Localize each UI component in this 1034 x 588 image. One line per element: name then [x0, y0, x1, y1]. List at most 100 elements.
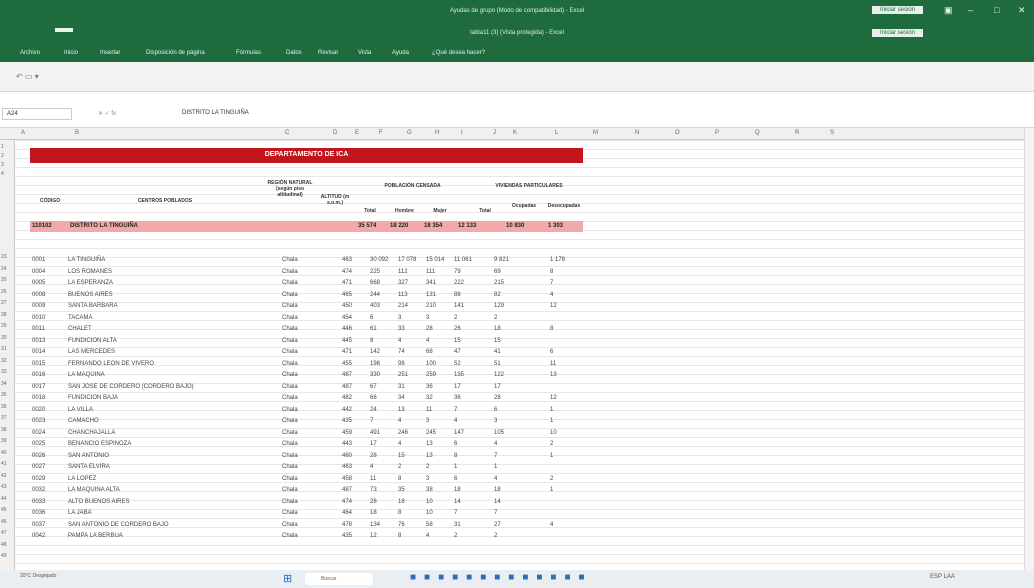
table-row[interactable]: 0023 CAMACHO Chala 435 7 4 3 4 3 1: [15, 417, 585, 426]
undo-icon[interactable]: ↶ ▭ ▾: [16, 72, 39, 81]
table-row[interactable]: 0032 LA MAQUINA ALTA Chala 487 73 35 38 18 18 1: [15, 486, 585, 495]
column-header[interactable]: D: [333, 130, 337, 136]
row-header[interactable]: 37: [1, 415, 7, 421]
vertical-scrollbar[interactable]: [1024, 128, 1034, 570]
table-row[interactable]: 0005 LA ESPERANZA Chala 471 668 327 341 222 215 7: [15, 279, 585, 288]
row-header[interactable]: 43: [1, 484, 7, 490]
weather-widget[interactable]: 20°C Despejado: [20, 573, 56, 579]
row-header[interactable]: 31: [1, 346, 7, 352]
table-row[interactable]: 0017 SAN JOSE DE CORDERO (CORDERO BAJO) Ch…: [15, 383, 585, 392]
column-header[interactable]: S: [830, 130, 834, 136]
column-header[interactable]: P: [715, 130, 719, 136]
tell-me-search[interactable]: ¿Qué desea hacer?: [432, 50, 485, 56]
row-header[interactable]: 42: [1, 473, 7, 479]
table-row[interactable]: 0037 SAN ANTONIO DE CORDERO BAJO Chala 478 1…: [15, 521, 585, 530]
table-row[interactable]: 0010 TACAMA Chala 454 6 3 3 2 2: [15, 314, 585, 323]
tab-formulas[interactable]: Fórmulas: [236, 50, 261, 56]
column-header[interactable]: F: [379, 130, 383, 136]
row-header[interactable]: 46: [1, 519, 7, 525]
table-row[interactable]: 0042 PAMPA LA BERBUA Chala 435 12 8 4 2 2: [15, 532, 585, 541]
row-header[interactable]: 29: [1, 323, 7, 329]
table-row[interactable]: 0016 LA MAQUINA Chala 487 330 251 259 135 122 13: [15, 371, 585, 380]
table-row[interactable]: 0009 SANTA BARBARA Chala 450 403 214 210 141 129…: [15, 302, 585, 311]
column-header[interactable]: B: [75, 130, 79, 136]
sign-in-button-2[interactable]: Iniciar sesión: [872, 29, 924, 37]
column-header[interactable]: O: [675, 130, 680, 136]
row-header[interactable]: 27: [1, 300, 7, 306]
table-row[interactable]: 0024 CHANCHAJALLA Chala 459 491 246 245 147 105 1…: [15, 429, 585, 438]
column-header[interactable]: I: [461, 130, 463, 136]
table-row[interactable]: 0001 LA TINGUIÑA Chala 463 30 092 17 078 15 01…: [15, 256, 585, 265]
tab-ayuda[interactable]: Ayuda: [392, 50, 409, 56]
row-header[interactable]: 35: [1, 392, 7, 398]
column-header[interactable]: A: [21, 130, 25, 136]
column-header[interactable]: G: [407, 130, 412, 136]
column-header[interactable]: M: [593, 130, 598, 136]
sign-in-button[interactable]: Iniciar sesión: [872, 6, 924, 14]
row-header[interactable]: 1: [1, 144, 4, 150]
table-row[interactable]: 0008 BUENOS AIRES Chala 465 244 113 131 88 82 4: [15, 291, 585, 300]
column-header[interactable]: N: [635, 130, 639, 136]
table-row[interactable]: 0027 SANTA ELVIRA Chala 463 4 2 2 1 1: [15, 463, 585, 472]
row-header[interactable]: 36: [1, 404, 7, 410]
row-header[interactable]: 40: [1, 450, 7, 456]
row-header[interactable]: 47: [1, 530, 7, 536]
row-header[interactable]: 45: [1, 507, 7, 513]
table-row[interactable]: 0013 FUNDICION ALTA Chala 445 8 4 4 15 15: [15, 337, 585, 346]
tab-vista[interactable]: Vista: [358, 50, 371, 56]
row-header[interactable]: 48: [1, 542, 7, 548]
formula-input[interactable]: DISTRITO LA TINGUIÑA: [182, 110, 249, 116]
column-header[interactable]: E: [355, 130, 359, 136]
column-header[interactable]: Q: [755, 130, 760, 136]
table-row[interactable]: 0014 LAS MERCEDES Chala 471 142 74 68 47 41 6: [15, 348, 585, 357]
row-header[interactable]: 33: [1, 369, 7, 375]
row-header[interactable]: 30: [1, 335, 7, 341]
row-header[interactable]: 26: [1, 289, 7, 295]
row-header[interactable]: 23: [1, 254, 7, 260]
tab-revisar[interactable]: Revisar: [318, 50, 338, 56]
tab-archivo[interactable]: Archivo: [20, 50, 40, 56]
column-header[interactable]: H: [435, 130, 439, 136]
table-row[interactable]: 0025 BENANCIO ESPINOZA Chala 443 17 4 13 6 4 2: [15, 440, 585, 449]
row-header[interactable]: 49: [1, 553, 7, 559]
table-row[interactable]: 0004 LOS ROMANES Chala 474 225 112 111 79 69 8: [15, 268, 585, 277]
windows-start-icon[interactable]: ⊞: [283, 572, 292, 585]
row-header[interactable]: 38: [1, 427, 7, 433]
close-icon[interactable]: ✕: [1018, 5, 1026, 16]
pinned-apps-icon[interactable]: ■■■■■■■■■■■■■: [410, 572, 593, 583]
row-header[interactable]: 44: [1, 496, 7, 502]
name-box[interactable]: A24: [2, 108, 72, 120]
row-header[interactable]: 41: [1, 461, 7, 467]
tab-disposicion[interactable]: Disposición de página: [146, 50, 205, 56]
table-row[interactable]: 0033 ALTO BUENOS AIRES Chala 474 28 18 10 14 14: [15, 498, 585, 507]
minimize-icon[interactable]: –: [968, 5, 973, 15]
table-row[interactable]: 0011 CHALET Chala 446 61 33 28 26 18 8: [15, 325, 585, 334]
table-row[interactable]: 0026 SAN ANTONIO Chala 460 28 15 13 8 7 1: [15, 452, 585, 461]
tab-datos[interactable]: Datos: [286, 50, 302, 56]
table-row[interactable]: 0036 LA JABA Chala 464 18 8 10 7 7: [15, 509, 585, 518]
row-header[interactable]: 2: [1, 153, 4, 159]
table-row[interactable]: 0015 FERNANDO LEON DE VIVERO Chala 455 198 98…: [15, 360, 585, 369]
system-tray[interactable]: ESP LAA: [930, 574, 955, 580]
district-row[interactable]: 110102 DISTRITO LA TINGUIÑA 35 574 18 22…: [30, 221, 583, 232]
table-row[interactable]: 0018 FUNDICION BAJA Chala 482 66 34 32 36 28 12: [15, 394, 585, 403]
row-header[interactable]: 28: [1, 312, 7, 318]
column-header[interactable]: L: [555, 130, 558, 136]
tab-insertar[interactable]: Insertar: [100, 50, 120, 56]
maximize-icon[interactable]: □: [994, 5, 999, 15]
tab-inicio[interactable]: Inicio: [64, 50, 78, 56]
spreadsheet-grid[interactable]: DEPARTAMENTO DE ICA CÓDIGO CENTROS POBLA…: [15, 140, 1024, 570]
row-header[interactable]: 4: [1, 171, 4, 177]
column-header[interactable]: R: [795, 130, 799, 136]
row-header[interactable]: 24: [1, 266, 7, 272]
taskbar-search[interactable]: Buscar: [305, 573, 373, 585]
row-header[interactable]: 3: [1, 162, 4, 168]
table-row[interactable]: 0029 LA LOPEZ Chala 458 11 8 3 6 4 2: [15, 475, 585, 484]
table-row[interactable]: 0020 LA VILLA Chala 442 24 13 11 7 6 1: [15, 406, 585, 415]
row-header[interactable]: 34: [1, 381, 7, 387]
function-icons[interactable]: ✕ ✓ fx: [98, 110, 116, 117]
ribbon-display-icon[interactable]: ▣: [944, 5, 953, 16]
row-header[interactable]: 25: [1, 277, 7, 283]
column-header[interactable]: K: [513, 130, 517, 136]
column-header[interactable]: C: [285, 130, 289, 136]
